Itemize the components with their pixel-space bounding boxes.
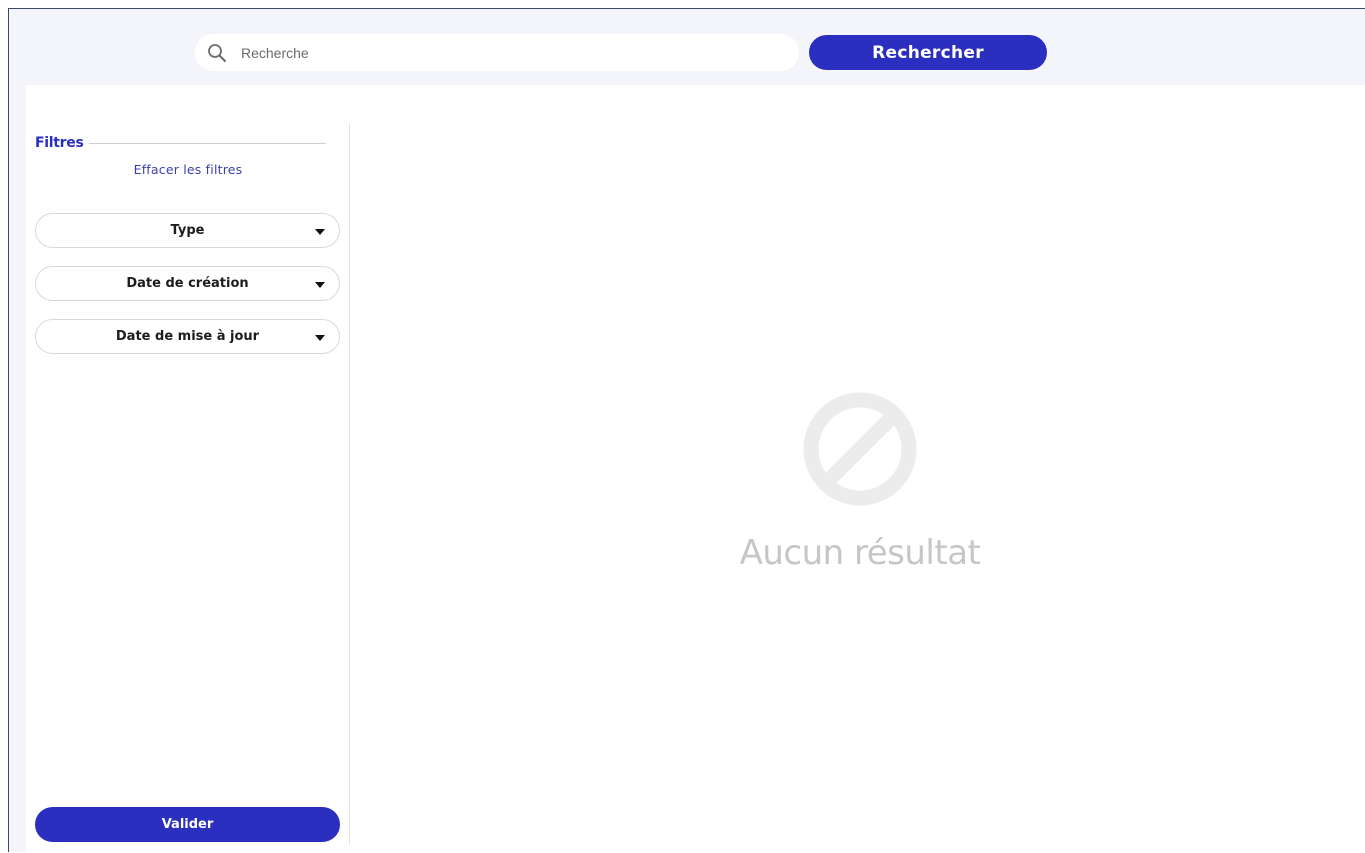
search-bar: Recherche r (9, 9, 1365, 85)
filters-heading: Filtres (35, 135, 84, 151)
caret-down-icon (315, 282, 325, 288)
search-box[interactable] (195, 34, 799, 71)
filter-update-date-dropdown[interactable]: Date de mise à jour (35, 319, 340, 354)
filter-creation-date-dropdown[interactable]: Date de création (35, 266, 340, 301)
filters-divider (89, 143, 326, 144)
filter-type-label: Type (170, 223, 205, 238)
filter-update-date-label: Date de mise à jour (115, 329, 260, 344)
caret-down-icon (315, 335, 325, 341)
results-empty-state: Aucun résultat (350, 85, 1365, 853)
filters-sidebar: Filtres Effacer les filtres Type Date de… (26, 85, 350, 853)
app-frame: Rechercher Filtres Effacer les filtres T… (8, 8, 1365, 853)
clear-filters-link[interactable]: Effacer les filtres (98, 162, 278, 177)
main-content: Filtres Effacer les filtres Type Date de… (26, 85, 1365, 853)
no-result-message: Aucun résultat (739, 533, 981, 573)
caret-down-icon (315, 229, 325, 235)
validate-button[interactable]: Valider (35, 807, 340, 842)
no-entry-icon (803, 392, 917, 506)
filter-creation-date-label: Date de création (126, 276, 249, 291)
search-icon (208, 44, 226, 62)
search-input[interactable] (241, 34, 781, 71)
filter-type-dropdown[interactable]: Type (35, 213, 340, 248)
search-button[interactable]: Rechercher (809, 35, 1047, 70)
